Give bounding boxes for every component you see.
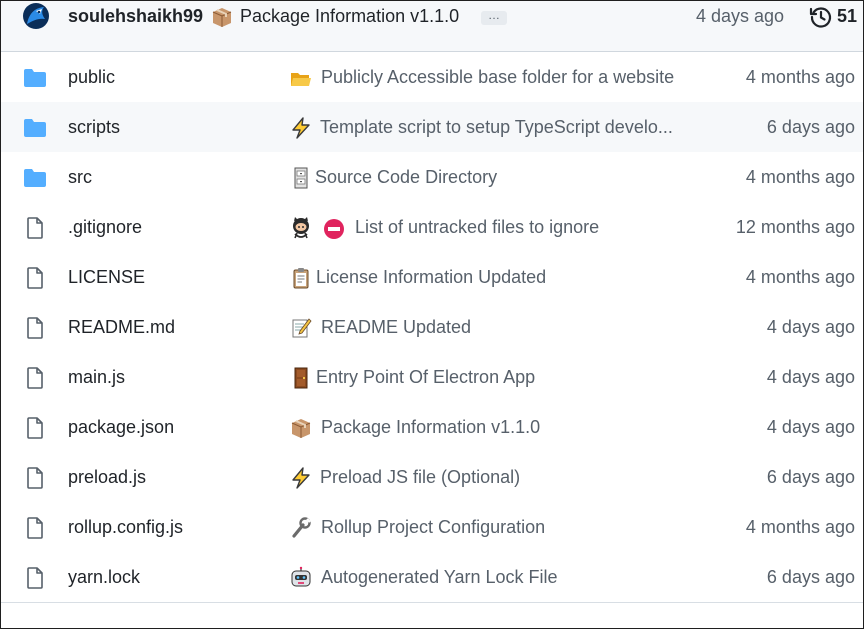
file-name-link[interactable]: package.json bbox=[68, 417, 174, 438]
robot-icon bbox=[290, 566, 312, 590]
latest-commit-bar: soulehshaikh99 Package Information v1.1.… bbox=[1, 1, 863, 52]
file-row[interactable]: README.md README Updated 4 days ago bbox=[1, 302, 863, 353]
file-row[interactable]: LICENSE License Information Updated 4 mon… bbox=[1, 252, 863, 303]
folder-name-link[interactable]: public bbox=[68, 67, 115, 88]
commit-message-link[interactable]: Autogenerated Yarn Lock File bbox=[321, 567, 558, 588]
commit-age: 6 days ago bbox=[766, 467, 855, 487]
open-folder-icon bbox=[290, 66, 312, 90]
file-name-link[interactable]: main.js bbox=[68, 367, 125, 388]
file-cabinet-icon bbox=[290, 166, 312, 190]
commit-message-link[interactable]: List of untracked files to ignore bbox=[355, 217, 599, 238]
commit-age: 4 days ago bbox=[766, 367, 855, 387]
commit-age: 4 months ago bbox=[745, 267, 855, 287]
file-name-link[interactable]: LICENSE bbox=[68, 267, 145, 288]
file-icon bbox=[23, 567, 47, 589]
commit-message-link[interactable]: Source Code Directory bbox=[315, 167, 497, 188]
commit-message-link[interactable]: README Updated bbox=[321, 317, 471, 338]
commit-message-link[interactable]: Publicly Accessible base folder for a we… bbox=[321, 67, 674, 88]
file-row[interactable]: preload.js Preload JS file (Optional) 6 d… bbox=[1, 452, 863, 503]
commit-message-link[interactable]: Template script to setup TypeScript deve… bbox=[320, 117, 673, 138]
file-icon bbox=[23, 467, 47, 489]
commit-age: 6 days ago bbox=[766, 117, 855, 137]
file-row[interactable]: yarn.lock Autogenerated Yarn Lock File 6 … bbox=[1, 552, 863, 603]
commit-message-link[interactable]: Package Information v1.1.0 bbox=[321, 417, 540, 438]
commit-author-link[interactable]: soulehshaikh99 bbox=[68, 6, 203, 27]
file-row[interactable]: src Source Code Directory 4 months ago bbox=[1, 152, 863, 203]
file-row[interactable]: public Publicly Accessible base folder f… bbox=[1, 52, 863, 103]
file-icon bbox=[23, 267, 47, 289]
commit-message-link[interactable]: Preload JS file (Optional) bbox=[320, 467, 520, 488]
commit-message-link[interactable]: Package Information v1.1.0 bbox=[240, 6, 459, 27]
octocat-icon bbox=[290, 216, 312, 240]
file-icon bbox=[23, 317, 47, 339]
file-row[interactable]: .gitignore List of untracked files to ig… bbox=[1, 202, 863, 253]
commit-count[interactable]: 51 bbox=[837, 6, 857, 27]
file-icon bbox=[23, 217, 47, 239]
folder-icon bbox=[23, 167, 47, 189]
commit-age: 4 months ago bbox=[745, 167, 855, 187]
commit-message-link[interactable]: Rollup Project Configuration bbox=[321, 517, 545, 538]
lightning-icon bbox=[290, 466, 312, 490]
lightning-icon bbox=[290, 116, 312, 140]
folder-name-link[interactable]: scripts bbox=[68, 117, 120, 138]
file-row[interactable]: scripts Template script to setup TypeScr… bbox=[1, 102, 863, 153]
file-row[interactable]: package.json Package Information v1.1.0 4… bbox=[1, 402, 863, 453]
clipboard-icon bbox=[290, 266, 312, 290]
file-name-link[interactable]: preload.js bbox=[68, 467, 146, 488]
file-icon bbox=[23, 367, 47, 389]
folder-icon bbox=[23, 67, 47, 89]
file-name-link[interactable]: .gitignore bbox=[68, 217, 142, 238]
package-icon bbox=[212, 8, 232, 27]
folder-icon bbox=[23, 117, 47, 139]
commit-age: 4 days ago bbox=[766, 317, 855, 337]
wrench-icon bbox=[290, 516, 312, 540]
expand-commit-button[interactable]: … bbox=[481, 9, 507, 25]
commit-age: 4 days ago bbox=[696, 6, 785, 26]
door-icon bbox=[290, 366, 312, 390]
commit-message-link[interactable]: License Information Updated bbox=[316, 267, 546, 288]
file-name-link[interactable]: yarn.lock bbox=[68, 567, 140, 588]
memo-icon bbox=[290, 316, 312, 340]
package-icon bbox=[290, 416, 312, 440]
commit-age: 4 days ago bbox=[766, 417, 855, 437]
file-row[interactable]: rollup.config.js Rollup Project Configur… bbox=[1, 502, 863, 553]
commit-age: 6 days ago bbox=[766, 567, 855, 587]
file-icon bbox=[23, 517, 47, 539]
history-icon[interactable] bbox=[809, 5, 833, 29]
file-name-link[interactable]: README.md bbox=[68, 317, 175, 338]
commit-age: 12 months ago bbox=[735, 217, 855, 237]
avatar[interactable] bbox=[22, 2, 50, 30]
file-name-link[interactable]: rollup.config.js bbox=[68, 517, 183, 538]
commit-message-link[interactable]: Entry Point Of Electron App bbox=[316, 367, 535, 388]
folder-name-link[interactable]: src bbox=[68, 167, 92, 188]
no-entry-icon bbox=[323, 218, 345, 240]
file-icon bbox=[23, 417, 47, 439]
commit-age: 4 months ago bbox=[745, 67, 855, 87]
file-browser: soulehshaikh99 Package Information v1.1.… bbox=[0, 0, 864, 629]
commit-age: 4 months ago bbox=[745, 517, 855, 537]
file-row[interactable]: main.js Entry Point Of Electron App 4 day… bbox=[1, 352, 863, 403]
